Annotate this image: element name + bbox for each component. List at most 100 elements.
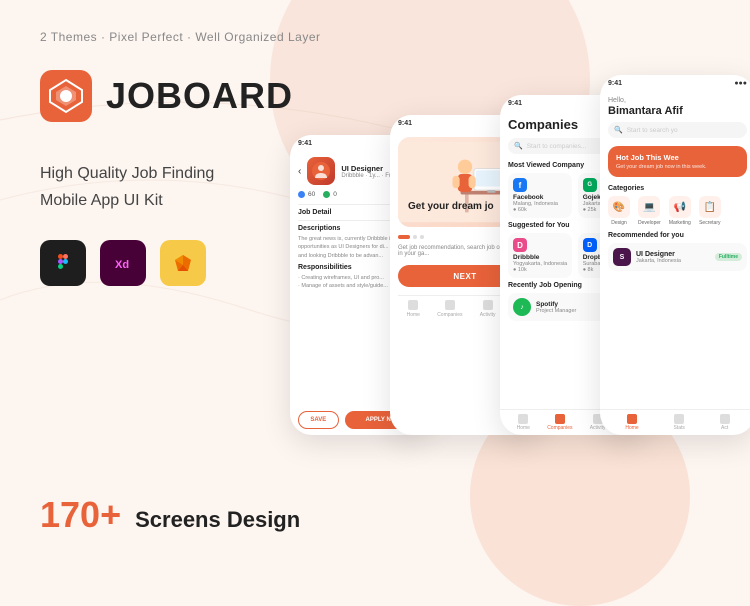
p3-facebook-logo: f bbox=[513, 178, 527, 192]
p4-cat-secretary[interactable]: 📋 Secretary bbox=[699, 196, 721, 226]
xd-icon: Xd bbox=[100, 240, 146, 286]
phones-area: 9:41 ●●● ‹ UI Designer Dribbble bbox=[270, 55, 750, 535]
p4-developer-label: Developer bbox=[638, 220, 661, 226]
p4-cat-row: 🎨 Design 💻 Developer 📢 Marketing 📋 bbox=[608, 196, 747, 226]
p3-search-icon: 🔍 bbox=[514, 142, 523, 150]
p4-search-placeholder: Start to search yo bbox=[627, 127, 678, 134]
p4-secretary-icon: 📋 bbox=[699, 196, 721, 218]
page: 2 Themes · Pixel Perfect · Well Organize… bbox=[0, 0, 750, 566]
p4-hot-label: Hot Job This Wee bbox=[616, 153, 739, 162]
p4-chart-label: Stats bbox=[673, 425, 684, 431]
tagline-line-2: Mobile App UI Kit bbox=[40, 187, 214, 214]
p1-dot-2 bbox=[323, 191, 330, 198]
p2-nav-companies[interactable]: Companies bbox=[437, 300, 462, 318]
tool-icons: Xd bbox=[40, 240, 206, 286]
p1-stat-val-2: 0 bbox=[333, 191, 337, 198]
p3-companies-icon bbox=[555, 414, 565, 424]
p2-dot-active bbox=[398, 235, 410, 239]
p1-avatar bbox=[307, 157, 335, 185]
p4-job-loc: Jakarta, Indonesia bbox=[636, 258, 710, 264]
p3-search-placeholder: Start to companies... bbox=[527, 143, 587, 150]
p3-nav-home[interactable]: Home bbox=[517, 414, 530, 431]
p4-nav-act[interactable]: Act bbox=[720, 414, 730, 431]
p1-stat-1: 60 bbox=[298, 191, 315, 198]
p4-nav-home[interactable]: Home bbox=[625, 414, 638, 431]
p1-title: UI Designer Dribbble · 1y... · Full bbox=[341, 164, 395, 179]
p1-stat-val-1: 60 bbox=[308, 191, 315, 198]
p4-marketing-label: Marketing bbox=[669, 220, 691, 226]
p4-secretary-label: Secretary bbox=[699, 220, 720, 226]
p2-hero-title: Get your dream jo bbox=[408, 200, 494, 213]
p3-spotify-logo: ♪ bbox=[513, 298, 531, 316]
p4-chart-icon bbox=[674, 414, 684, 424]
p1-dot-1 bbox=[298, 191, 305, 198]
p4-hot-job-card: Hot Job This Wee Get your dream job now … bbox=[608, 146, 747, 177]
p2-time: 9:41 bbox=[398, 120, 412, 127]
p4-time: 9:41 bbox=[608, 80, 622, 87]
p4-hot-sub: Get your dream job now in this week. bbox=[616, 164, 739, 170]
p4-job-card: S UI Designer Jakarta, Indonesia Fulltim… bbox=[608, 243, 747, 271]
p4-marketing-icon: 📢 bbox=[669, 196, 691, 218]
p3-companies-label: Companies bbox=[547, 425, 572, 431]
p4-battery: ●●● bbox=[734, 80, 747, 87]
sketch-icon bbox=[160, 240, 206, 286]
p3-dribbble-card: D Dribbble Yogyakarta, Indonesia ● 10k bbox=[508, 233, 572, 278]
p3-company3-followers: ● 10k bbox=[513, 267, 567, 273]
svg-text:Xd: Xd bbox=[115, 259, 129, 271]
p4-job-title: UI Designer bbox=[636, 251, 710, 258]
p4-design-label: Design bbox=[611, 220, 627, 226]
p2-home-icon bbox=[408, 300, 418, 310]
logo-text: JOBOARD bbox=[106, 75, 293, 117]
p3-home-icon bbox=[518, 414, 528, 424]
p3-time: 9:41 bbox=[508, 100, 522, 107]
p4-nav-chart[interactable]: Stats bbox=[673, 414, 684, 431]
p3-home-label: Home bbox=[517, 425, 530, 431]
p2-nav-home[interactable]: Home bbox=[407, 300, 420, 318]
p2-activity-icon bbox=[483, 300, 493, 310]
p4-greeting: Hello, bbox=[608, 97, 747, 104]
p3-spotify-info: Spotify Project Manager bbox=[536, 301, 576, 314]
p1-save-btn[interactable]: SAVE bbox=[298, 411, 339, 429]
p4-home-icon bbox=[627, 414, 637, 424]
p4-job-badge: Fulltime bbox=[715, 253, 742, 261]
p2-nav-activity[interactable]: Activity bbox=[480, 300, 496, 318]
p4-cat-developer[interactable]: 💻 Developer bbox=[638, 196, 661, 226]
p4-slack-logo: S bbox=[613, 248, 631, 266]
p4-cat-marketing[interactable]: 📢 Marketing bbox=[669, 196, 691, 226]
p4-design-icon: 🎨 bbox=[608, 196, 630, 218]
p4-act-label: Act bbox=[721, 425, 728, 431]
p4-name: Bimantara Afif bbox=[608, 105, 747, 117]
screens-count: 170+ Screens Design bbox=[40, 494, 300, 536]
p1-back: ‹ bbox=[298, 166, 301, 177]
p4-developer-icon: 💻 bbox=[638, 196, 660, 218]
p2-home-label: Home bbox=[407, 312, 420, 318]
tagline-line-1: High Quality Job Finding bbox=[40, 160, 214, 187]
p3-facebook-card: f Facebook Malang, Indonesia ● 60k bbox=[508, 173, 572, 218]
tagline: High Quality Job Finding Mobile App UI K… bbox=[40, 160, 214, 214]
p3-spotify-name: Spotify bbox=[536, 301, 576, 308]
phone-home: 9:41 ●●● Hello, Bimantara Afif 🔍 Start t… bbox=[600, 75, 750, 435]
p4-nav: Home Stats Act bbox=[600, 409, 750, 431]
p2-dot-1 bbox=[413, 235, 417, 239]
p2-companies-label: Companies bbox=[437, 312, 462, 318]
p3-dropbox-logo: D bbox=[583, 238, 597, 252]
p3-company3-name: Dribbble bbox=[513, 254, 567, 261]
p1-stat-2: 0 bbox=[323, 191, 337, 198]
p4-search[interactable]: 🔍 Start to search yo bbox=[608, 122, 747, 138]
p1-time: 9:41 bbox=[298, 140, 312, 147]
p4-recommended-title: Recommended for you bbox=[608, 232, 747, 239]
figma-icon bbox=[40, 240, 86, 286]
p2-companies-icon bbox=[445, 300, 455, 310]
subtitle: 2 Themes · Pixel Perfect · Well Organize… bbox=[40, 30, 321, 44]
p3-company1-name: Facebook bbox=[513, 194, 567, 201]
logo-icon bbox=[40, 70, 92, 122]
p4-cat-design[interactable]: 🎨 Design bbox=[608, 196, 630, 226]
p3-dribbble-logo: D bbox=[513, 238, 527, 252]
p4-job-info: UI Designer Jakarta, Indonesia bbox=[636, 251, 710, 264]
p4-categories: Categories 🎨 Design 💻 Developer 📢 Mar bbox=[608, 185, 747, 226]
p1-title-text: UI Designer bbox=[341, 164, 395, 173]
p3-nav-companies[interactable]: Companies bbox=[547, 414, 572, 431]
p1-company: Dribbble · 1y... · Full bbox=[341, 173, 395, 179]
p4-act-icon bbox=[720, 414, 730, 424]
p3-gojek-logo: G bbox=[583, 178, 597, 192]
